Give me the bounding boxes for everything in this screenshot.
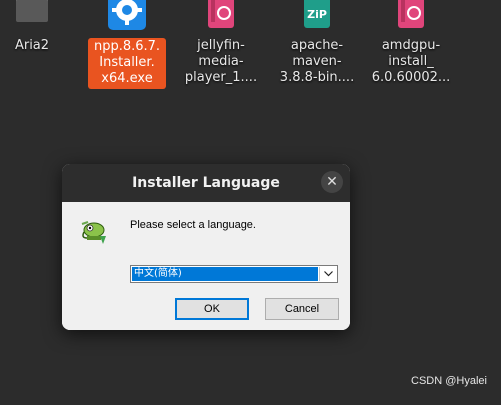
desktop-icon-label: npp.8.6.7. Installer. x64.exe bbox=[88, 38, 166, 89]
svg-text:ZiP: ZiP bbox=[307, 8, 327, 21]
deb-package-icon bbox=[398, 0, 424, 28]
desktop-icon-label: apache- maven- 3.8.8-bin.... bbox=[279, 38, 355, 85]
dropdown-button[interactable] bbox=[319, 267, 336, 281]
installer-language-dialog: Installer Language ✕ Please select a lan… bbox=[62, 164, 350, 330]
language-select-value: 中文(简体) bbox=[132, 267, 318, 281]
desktop-icon-label: amdgpu- install_ 6.0.60002... bbox=[371, 38, 451, 85]
dialog-titlebar[interactable]: Installer Language ✕ bbox=[62, 164, 350, 202]
desktop-icon-label: Aria2 bbox=[14, 38, 50, 53]
folder-icon bbox=[16, 0, 48, 22]
desktop-icon-label: jellyfin- media- player_1.... bbox=[184, 38, 258, 85]
ok-button[interactable]: OK bbox=[175, 298, 249, 320]
zip-archive-icon: ZiP bbox=[304, 0, 330, 28]
close-button[interactable]: ✕ bbox=[321, 171, 343, 193]
watermark-text: CSDN @Hyalei bbox=[411, 375, 487, 387]
language-select[interactable]: 中文(简体) bbox=[130, 265, 338, 283]
dialog-title: Installer Language bbox=[132, 175, 280, 191]
cancel-button[interactable]: Cancel bbox=[265, 298, 339, 320]
select-language-prompt: Please select a language. bbox=[130, 219, 256, 231]
close-icon: ✕ bbox=[326, 174, 338, 190]
notepad-plus-plus-chameleon-icon bbox=[81, 221, 106, 244]
dialog-body: Please select a language. 中文(简体) OK Canc… bbox=[62, 202, 350, 330]
chevron-down-icon bbox=[323, 271, 333, 277]
gear-icon bbox=[108, 0, 146, 30]
deb-package-icon bbox=[208, 0, 234, 28]
